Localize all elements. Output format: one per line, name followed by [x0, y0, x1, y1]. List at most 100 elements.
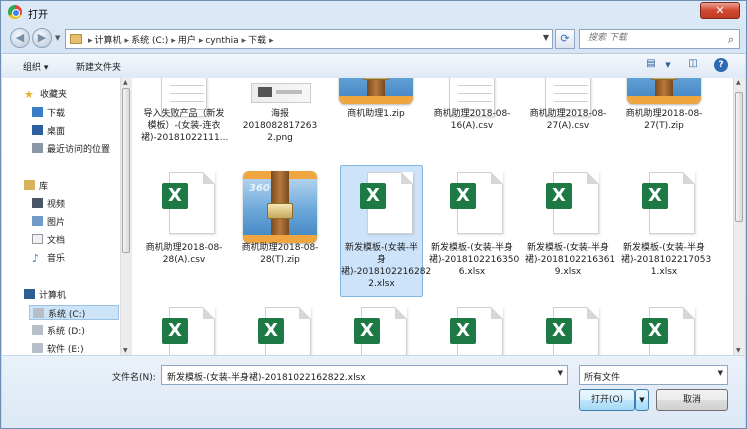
sidebar-item-music[interactable]: ♪ 音乐	[32, 251, 65, 266]
file-icon: X	[354, 307, 407, 355]
scroll-up-icon[interactable]: ▲	[123, 79, 128, 86]
file-item[interactable]: X 商机助理2018-08-28(A).csv	[141, 166, 227, 298]
file-name: 海报2018082817263 2.png	[242, 109, 318, 143]
breadcrumb-downloads[interactable]: 下载	[248, 36, 266, 46]
view-dropdown-icon[interactable]: ▼	[660, 61, 676, 75]
scrollbar-thumb[interactable]	[122, 88, 130, 253]
file-item-selected[interactable]: X 新发模板-(女装-半身裙)-2018102216282 2.xlsx	[340, 165, 432, 297]
sidebar-favorites[interactable]: ★ 收藏夹	[24, 87, 67, 102]
cancel-button[interactable]: 取消	[656, 389, 728, 411]
chevron-down-icon[interactable]: ▼	[718, 369, 723, 377]
forward-button[interactable]: ▶	[32, 28, 52, 48]
search-input[interactable]	[586, 32, 720, 44]
sidebar-scrollbar[interactable]: ▲ ▼	[120, 78, 132, 355]
file-item[interactable]: X	[525, 302, 611, 355]
desktop-icon	[32, 125, 43, 135]
file-item[interactable]: 商机助理2018-08-27(A).csv	[525, 78, 611, 163]
file-item[interactable]: X	[621, 302, 707, 355]
breadcrumb-cynthia[interactable]: cynthia	[205, 36, 238, 46]
video-icon	[32, 198, 43, 208]
sidebar-item-drive-c[interactable]: 系统 (C:)	[29, 305, 119, 320]
file-name: 商机助理2018-08-27(A).csv	[529, 109, 607, 131]
excel-icon: X	[162, 183, 188, 209]
file-item[interactable]: 360 商机助理2018-08-28(T).zip	[237, 166, 323, 298]
file-item[interactable]: X 新发模板-(女装-半身裙)-2018102217053 1.xlsx	[621, 166, 712, 298]
library-icon	[24, 180, 35, 190]
file-icon: X	[450, 172, 503, 234]
chrome-icon	[8, 5, 22, 19]
file-name: 商机助理2018-08-28(T).zip	[241, 243, 319, 265]
sidebar-item-label: 软件 (E:)	[47, 345, 84, 355]
file-item[interactable]: 商机助理2018-08-27(T).zip	[621, 78, 707, 163]
sidebar-item-recent[interactable]: 最近访问的位置	[32, 142, 110, 157]
file-name: 新发模板-(女装-半身裙)-2018102216361 9.xlsx	[525, 243, 616, 277]
filename-label: 文件名(N):	[112, 373, 156, 383]
sidebar-item-downloads[interactable]: 下载	[32, 106, 65, 121]
file-name: 新发模板-(女装-半身裙)-2018102216350 6.xlsx	[429, 243, 520, 277]
recent-pages-dropdown-icon[interactable]: ▼	[55, 34, 60, 42]
file-item[interactable]: X 新发模板-(女装-半身裙)-2018102216361 9.xlsx	[525, 166, 616, 298]
sidebar-item-pictures[interactable]: 图片	[32, 215, 65, 230]
sidebar-item-label: 系统 (C:)	[48, 310, 86, 320]
filename-value: 新发模板-(女装-半身裙)-20181022162822.xlsx	[167, 373, 366, 383]
breadcrumb-users[interactable]: 用户	[178, 36, 196, 46]
sidebar-item-drive-e[interactable]: 软件 (E:)	[32, 342, 84, 355]
download-folder-icon	[32, 107, 43, 117]
sidebar-computer[interactable]: 计算机	[24, 288, 66, 303]
address-dropdown-icon[interactable]: ▼	[543, 33, 549, 42]
preview-pane-icon[interactable]: ◫	[685, 58, 701, 72]
scroll-down-icon[interactable]: ▼	[123, 347, 128, 354]
refresh-button[interactable]: ⟳	[555, 29, 575, 49]
sidebar-item-label: 计算机	[39, 291, 67, 301]
breadcrumb-computer[interactable]: 计算机	[95, 36, 122, 46]
folder-icon	[70, 34, 82, 44]
sidebar-item-documents[interactable]: 文档	[32, 233, 65, 248]
file-item[interactable]: X	[237, 302, 323, 355]
open-button[interactable]: 打开(O)	[579, 389, 635, 411]
scrollbar-thumb[interactable]	[735, 92, 743, 222]
back-button[interactable]: ◀	[10, 28, 30, 48]
main-area: ★ 收藏夹 下载 桌面 最近访问的位置 库 视频 图片 文档 ♪ 音乐 计算机 系统…	[2, 78, 745, 355]
drive-icon	[32, 343, 43, 353]
file-name: 新发模板-(女装-半身裙)-2018102216282 2.xlsx	[341, 243, 432, 289]
view-options-icon[interactable]: ▤	[643, 58, 659, 72]
search-box[interactable]: ⌕	[579, 29, 740, 49]
address-bar[interactable]: ▸ 计算机 ▸ 系统 (C:) ▸ 用户 ▸ cynthia ▸ 下载 ▸ ▼	[65, 29, 553, 49]
file-item[interactable]: X	[429, 302, 515, 355]
navigation-bar: ◀ ▶ ▼ ▸计算机▸系统 (C:)▸用户▸cynthia▸下载▸ ▼ ⟳ ⌕	[1, 26, 746, 51]
file-icon: X	[642, 307, 695, 355]
sidebar-item-videos[interactable]: 视频	[32, 197, 65, 212]
file-item[interactable]: X	[333, 302, 419, 355]
excel-icon: X	[546, 183, 572, 209]
filetype-select[interactable]: 所有文件 ▼	[579, 365, 728, 385]
file-icon: X	[360, 172, 413, 234]
file-item[interactable]: 商机助理2018-08-16(A).csv	[429, 78, 515, 163]
drive-icon	[33, 308, 44, 318]
sidebar-item-drive-d[interactable]: 系统 (D:)	[32, 324, 85, 339]
scroll-down-icon[interactable]: ▼	[736, 347, 741, 354]
breadcrumb-c-drive[interactable]: 系统 (C:)	[131, 36, 168, 46]
help-icon[interactable]: ?	[714, 58, 728, 72]
file-icon: X	[546, 307, 599, 355]
sidebar-libraries[interactable]: 库	[24, 179, 48, 194]
file-item[interactable]: 导入失败产品（新发模板）-(女装-连衣裙)-20181022111...	[141, 78, 228, 163]
chevron-down-icon[interactable]: ▼	[558, 369, 563, 377]
scroll-up-icon[interactable]: ▲	[736, 79, 741, 86]
picture-icon	[32, 216, 43, 226]
computer-icon	[24, 289, 35, 299]
excel-icon: X	[450, 318, 476, 344]
new-folder-button[interactable]: 新建文件夹	[76, 60, 121, 73]
file-name: 商机助理1.zip	[347, 109, 405, 119]
organize-button[interactable]: 组织 ▾	[23, 60, 48, 73]
open-options-dropdown[interactable]: ▼	[635, 389, 649, 411]
file-name: 新发模板-(女装-半身裙)-2018102217053 1.xlsx	[621, 243, 712, 277]
file-list-scrollbar[interactable]: ▲ ▼	[733, 78, 745, 355]
filename-input[interactable]: 新发模板-(女装-半身裙)-20181022162822.xlsx ▼	[161, 365, 568, 385]
close-button[interactable]: ✕	[700, 2, 740, 19]
file-item[interactable]: 商机助理1.zip	[333, 78, 419, 163]
file-item[interactable]: X 新发模板-(女装-半身裙)-2018102216350 6.xlsx	[429, 166, 520, 298]
file-item[interactable]: 海报2018082817263 2.png	[237, 78, 323, 163]
document-icon	[32, 234, 43, 244]
file-item[interactable]: X	[141, 302, 227, 355]
sidebar-item-desktop[interactable]: 桌面	[32, 124, 65, 139]
